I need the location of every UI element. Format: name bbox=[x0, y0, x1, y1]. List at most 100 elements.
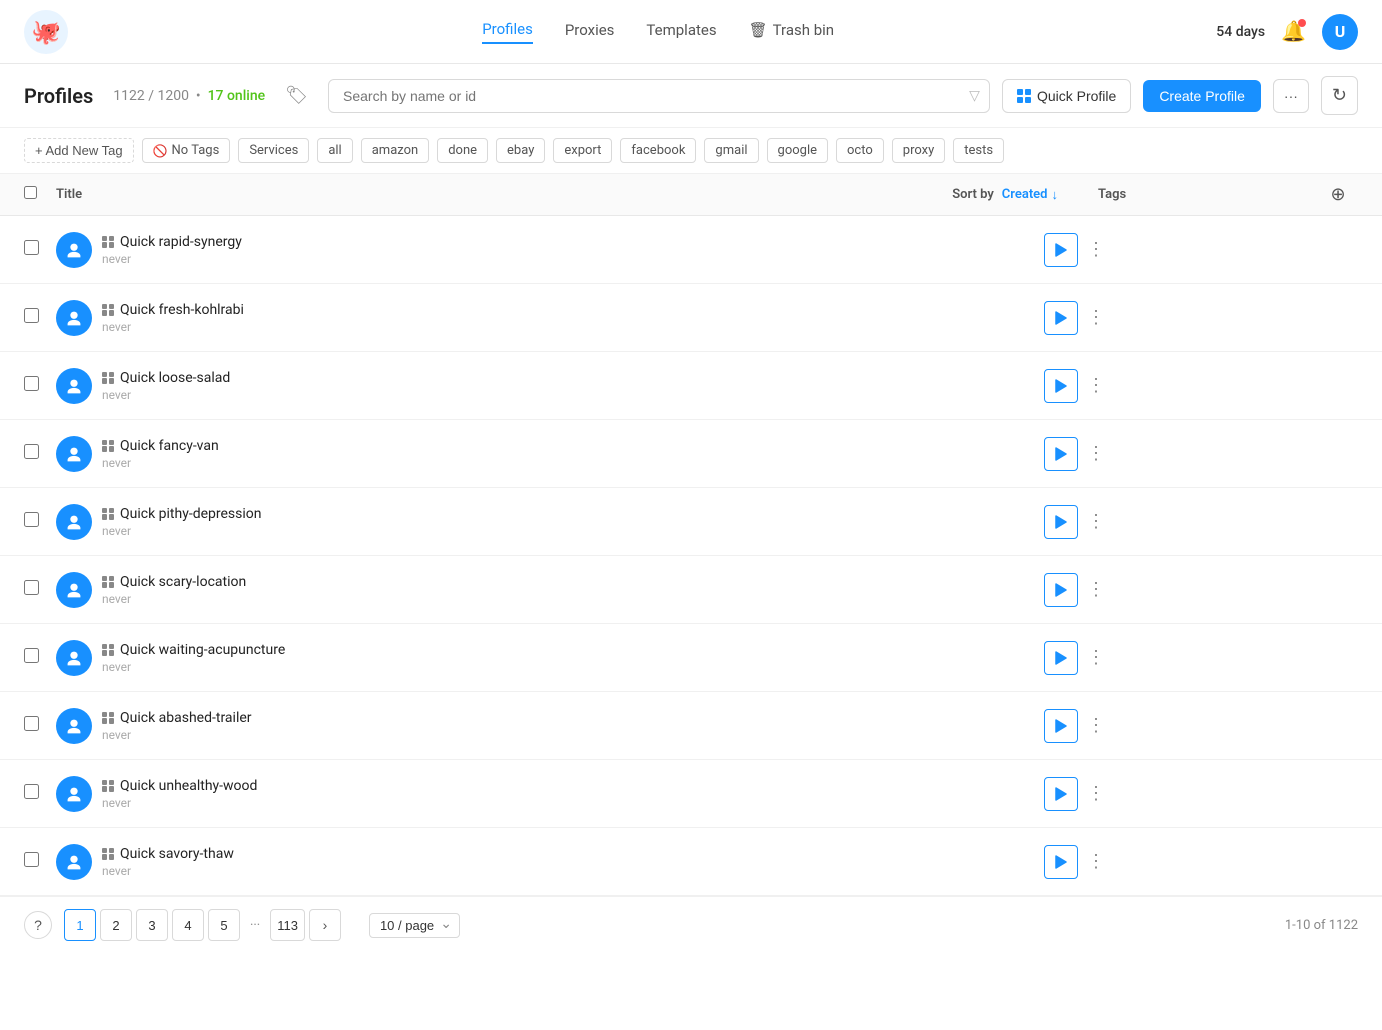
play-button-8[interactable] bbox=[1044, 709, 1078, 743]
row-checkbox-6[interactable] bbox=[24, 580, 39, 595]
total-count: 1-10 of 1122 bbox=[1285, 918, 1358, 933]
tag-services[interactable]: Services bbox=[238, 138, 309, 163]
more-button-6[interactable]: ⋮ bbox=[1082, 576, 1110, 604]
more-button-1[interactable]: ⋮ bbox=[1082, 236, 1110, 264]
play-button-6[interactable] bbox=[1044, 573, 1078, 607]
profile-actions-8: ⋮ bbox=[1044, 709, 1110, 743]
tag-ebay[interactable]: ebay bbox=[496, 138, 545, 163]
add-column-button[interactable]: ⊕ bbox=[1330, 184, 1345, 205]
profile-sub-1: never bbox=[102, 252, 242, 266]
profile-name-1: Quick rapid-synergy bbox=[120, 234, 242, 250]
play-button-5[interactable] bbox=[1044, 505, 1078, 539]
nav-proxies[interactable]: Proxies bbox=[565, 21, 615, 43]
page-3-button[interactable]: 3 bbox=[136, 909, 168, 941]
profile-actions-4: ⋮ bbox=[1044, 437, 1110, 471]
row-checkbox-7[interactable] bbox=[24, 648, 39, 663]
sort-field[interactable]: Created bbox=[1002, 187, 1048, 202]
play-button-1[interactable] bbox=[1044, 233, 1078, 267]
profile-actions-2: ⋮ bbox=[1044, 301, 1110, 335]
profile-grid-icon-10 bbox=[102, 848, 114, 860]
profile-name-5: Quick pithy-depression bbox=[120, 506, 262, 522]
page-2-button[interactable]: 2 bbox=[100, 909, 132, 941]
tag-manage-button[interactable]: 🏷 bbox=[277, 81, 316, 110]
table-row: Quick abashed-trailer never ⋮ bbox=[0, 692, 1382, 760]
quick-profile-button[interactable]: Quick Profile bbox=[1002, 79, 1131, 113]
table-header: Title Sort by Created ↓ Tags ⊕ bbox=[0, 174, 1382, 216]
search-input[interactable] bbox=[328, 79, 990, 113]
profile-grid-icon-1 bbox=[102, 236, 114, 248]
create-profile-more-button[interactable]: ··· bbox=[1273, 79, 1309, 113]
create-profile-button[interactable]: Create Profile bbox=[1143, 80, 1261, 112]
profile-info-4: Quick fancy-van never bbox=[102, 438, 219, 470]
page-1-button[interactable]: 1 bbox=[64, 909, 96, 941]
profile-avatar-1 bbox=[56, 232, 92, 268]
tag-export[interactable]: export bbox=[553, 138, 612, 163]
tag-amazon[interactable]: amazon bbox=[361, 138, 429, 163]
more-button-8[interactable]: ⋮ bbox=[1082, 712, 1110, 740]
row-checkbox-10[interactable] bbox=[24, 852, 39, 867]
profile-avatar-6 bbox=[56, 572, 92, 608]
page-next-button[interactable]: › bbox=[309, 909, 341, 941]
profile-sub-9: never bbox=[102, 796, 257, 810]
tag-all[interactable]: all bbox=[317, 138, 352, 163]
row-checkbox-8[interactable] bbox=[24, 716, 39, 731]
profile-name-8: Quick abashed-trailer bbox=[120, 710, 252, 726]
help-button[interactable]: ? bbox=[24, 911, 52, 939]
play-button-7[interactable] bbox=[1044, 641, 1078, 675]
more-button-7[interactable]: ⋮ bbox=[1082, 644, 1110, 672]
page-last-button[interactable]: 113 bbox=[270, 909, 305, 941]
page-4-button[interactable]: 4 bbox=[172, 909, 204, 941]
nav-trashbin[interactable]: 🗑 Trash bin bbox=[749, 21, 834, 43]
play-button-3[interactable] bbox=[1044, 369, 1078, 403]
table-row: Quick savory-thaw never ⋮ bbox=[0, 828, 1382, 896]
row-checkbox-9[interactable] bbox=[24, 784, 39, 799]
refresh-button[interactable]: ↻ bbox=[1321, 76, 1358, 115]
play-button-4[interactable] bbox=[1044, 437, 1078, 471]
table-row: Quick fresh-kohlrabi never ⋮ bbox=[0, 284, 1382, 352]
row-checkbox-5[interactable] bbox=[24, 512, 39, 527]
per-page-wrapper: 10 / page 25 / page 50 / page bbox=[357, 913, 460, 938]
profile-actions-9: ⋮ bbox=[1044, 777, 1110, 811]
tag-done[interactable]: done bbox=[437, 138, 488, 163]
profile-grid-icon-3 bbox=[102, 372, 114, 384]
row-checkbox-1[interactable] bbox=[24, 240, 39, 255]
profile-info-7: Quick waiting-acupuncture never bbox=[102, 642, 285, 674]
profile-actions-6: ⋮ bbox=[1044, 573, 1110, 607]
more-button-10[interactable]: ⋮ bbox=[1082, 848, 1110, 876]
play-button-9[interactable] bbox=[1044, 777, 1078, 811]
app-logo[interactable]: 🐙 bbox=[24, 10, 68, 54]
sort-direction-icon[interactable]: ↓ bbox=[1052, 187, 1059, 203]
nav-templates[interactable]: Templates bbox=[646, 21, 716, 43]
play-button-2[interactable] bbox=[1044, 301, 1078, 335]
page-5-button[interactable]: 5 bbox=[208, 909, 240, 941]
more-button-5[interactable]: ⋮ bbox=[1082, 508, 1110, 536]
select-all-checkbox[interactable] bbox=[24, 186, 37, 199]
tag-gmail[interactable]: gmail bbox=[704, 138, 758, 163]
tag-no-tags[interactable]: 🚫 No Tags bbox=[142, 138, 231, 163]
per-page-select[interactable]: 10 / page 25 / page 50 / page bbox=[369, 913, 460, 938]
avatar[interactable]: U bbox=[1322, 14, 1358, 50]
tag-tests[interactable]: tests bbox=[953, 138, 1004, 163]
row-checkbox-4[interactable] bbox=[24, 444, 39, 459]
add-new-tag-button[interactable]: + Add New Tag bbox=[24, 138, 134, 163]
profile-grid-icon-2 bbox=[102, 304, 114, 316]
more-button-4[interactable]: ⋮ bbox=[1082, 440, 1110, 468]
tag-facebook[interactable]: facebook bbox=[620, 138, 696, 163]
row-checkbox-2[interactable] bbox=[24, 308, 39, 323]
nav-profiles[interactable]: Profiles bbox=[482, 20, 533, 44]
more-button-3[interactable]: ⋮ bbox=[1082, 372, 1110, 400]
profile-sub-5: never bbox=[102, 524, 262, 538]
row-checkbox-3[interactable] bbox=[24, 376, 39, 391]
no-tags-icon: 🚫 bbox=[153, 144, 168, 158]
profile-grid-icon-4 bbox=[102, 440, 114, 452]
tag-google[interactable]: google bbox=[767, 138, 828, 163]
more-button-2[interactable]: ⋮ bbox=[1082, 304, 1110, 332]
page-dots: ··· bbox=[244, 918, 266, 933]
tag-proxy[interactable]: proxy bbox=[892, 138, 945, 163]
notifications-button[interactable]: 🔔 bbox=[1281, 19, 1306, 44]
tag-octo[interactable]: octo bbox=[836, 138, 884, 163]
more-button-9[interactable]: ⋮ bbox=[1082, 780, 1110, 808]
play-button-10[interactable] bbox=[1044, 845, 1078, 879]
profile-actions-3: ⋮ bbox=[1044, 369, 1110, 403]
profile-name-3: Quick loose-salad bbox=[120, 370, 230, 386]
